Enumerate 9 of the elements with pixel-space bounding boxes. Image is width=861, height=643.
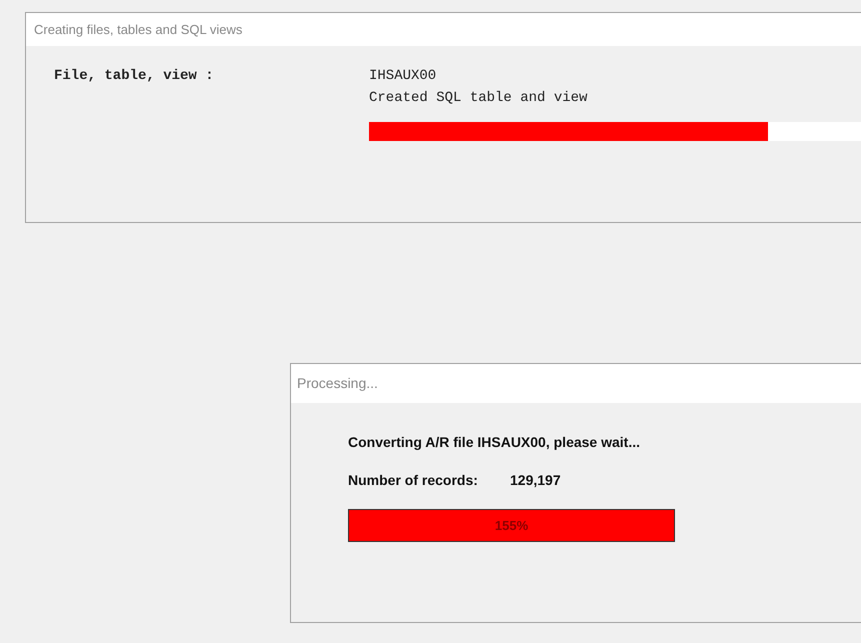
table-name: IHSAUX00: [369, 67, 438, 86]
progress-percent: 155%: [494, 516, 530, 535]
window-title: Processing...: [297, 374, 378, 393]
field-label: File, table, view :: [54, 67, 215, 86]
records-label: Number of records:: [348, 471, 479, 490]
status-message: Converting A/R file IHSAUX00, please wait...: [348, 433, 641, 452]
status-message: Created SQL table and view: [369, 89, 588, 108]
window-title: Creating files, tables and SQL views: [34, 20, 242, 39]
records-count: 129,197: [510, 471, 561, 490]
